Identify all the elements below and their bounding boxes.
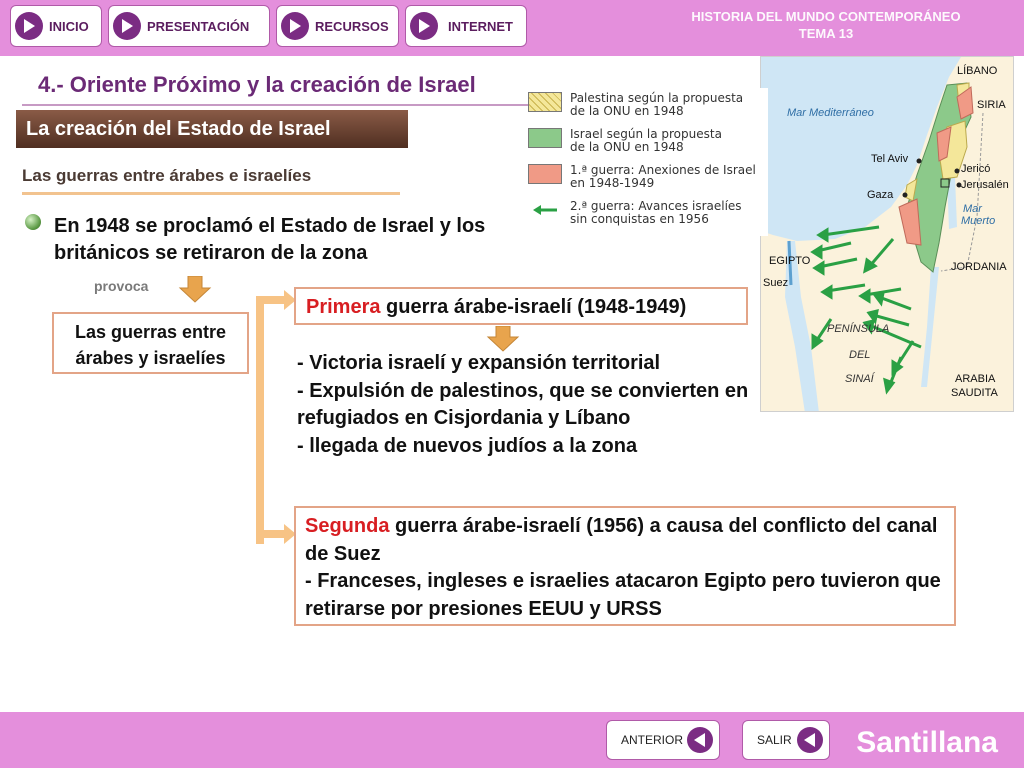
brand-logo: Santillana <box>856 726 998 759</box>
first-war-consequences: - Victoria israelí y expansión territori… <box>297 350 767 460</box>
bottom-nav-bar: ANTERIOR SALIR Santillana <box>0 712 1024 768</box>
course-title-line2: TEMA 13 <box>798 26 854 41</box>
legend-text: Palestina según la propuesta de la ONU e… <box>570 91 744 118</box>
play-icon <box>281 12 309 40</box>
play-icon <box>113 12 141 40</box>
second-war-point: - Franceses, ingleses e israelies atacar… <box>305 570 941 620</box>
middle-east-map: LÍBANO SIRIA Mar Mediterráneo Tel Aviv J… <box>760 56 1014 412</box>
legend-item: 2.ª guerra: Avances israelíes sin conqui… <box>528 200 742 226</box>
map-label-jerusalen: Jerusalén <box>961 179 1009 191</box>
bracket-connector <box>256 296 264 544</box>
wars-summary-line1: Las guerras entre <box>74 322 227 342</box>
provoca-label: provoca <box>94 278 149 294</box>
subheading-underline <box>22 192 400 195</box>
nav-inicio-button[interactable]: INICIO <box>10 5 102 47</box>
city-marker <box>916 158 922 164</box>
wars-summary-box: Las guerras entre árabes y israelíes <box>52 312 249 374</box>
nav-internet-button[interactable]: INTERNET <box>405 5 527 47</box>
legend-swatch-green <box>528 128 562 148</box>
nav-recursos-button[interactable]: RECURSOS <box>276 5 399 47</box>
map-label-libano: LÍBANO <box>957 65 998 77</box>
consequence-item: - Victoria israelí y expansión territori… <box>297 352 661 374</box>
legend-item: 1.ª guerra: Anexiones de Israel en 1948-… <box>528 164 756 190</box>
map-label-mar-mediterraneo: Mar Mediterráneo <box>787 107 874 119</box>
first-war-label: Primera <box>306 296 381 318</box>
consequence-item: - llegada de nuevos judíos a la zona <box>297 434 638 457</box>
second-war-box: Segunda guerra árabe-israelí (1956) a ca… <box>294 506 956 626</box>
second-war-label: Segunda <box>305 515 390 537</box>
consequence-item: - Expulsión de palestinos, que se convie… <box>297 379 749 430</box>
course-title: HISTORIA DEL MUNDO CONTEMPORÁNEO TEMA 13 <box>646 8 1006 42</box>
bullet-icon <box>25 214 41 230</box>
city-marker <box>902 192 908 198</box>
down-arrow-icon <box>178 276 212 303</box>
map-label-suez: Suez <box>763 277 789 289</box>
map-label-mar-muerto-2: Muerto <box>961 215 996 227</box>
bullet-text: En 1948 se proclamó el Estado de Israel … <box>54 215 486 264</box>
map-label-saudita: SAUDITA <box>951 387 998 399</box>
nav-presentacion-button[interactable]: PRESENTACIÓN <box>108 5 270 47</box>
top-nav-bar: INICIO PRESENTACIÓN RECURSOS INTERNET HI… <box>0 0 1024 56</box>
subheading: Las guerras entre árabes e israelíes <box>22 166 312 185</box>
map-label-arabia: ARABIA <box>955 373 996 385</box>
back-icon <box>797 727 823 753</box>
map-label-jerico: Jericó <box>961 163 991 175</box>
wars-summary-line2: árabes y israelíes <box>75 348 226 368</box>
salir-button[interactable]: SALIR <box>742 720 830 760</box>
nav-internet-label: INTERNET <box>448 18 513 34</box>
map-label-tel-aviv: Tel Aviv <box>871 153 909 165</box>
map-label-gaza: Gaza <box>867 189 894 201</box>
map-label-sinai: SINAÍ <box>845 373 874 385</box>
nav-presentacion-label: PRESENTACIÓN <box>147 18 250 34</box>
map-label-jordania: JORDANIA <box>951 261 1007 273</box>
heading-divider <box>22 104 534 106</box>
back-icon <box>687 727 713 753</box>
first-war-box: Primera guerra árabe-israelí (1948-1949) <box>294 287 748 325</box>
legend-text: 1.ª guerra: Anexiones de Israel en 1948-… <box>570 163 756 190</box>
topic-banner: La creación del Estado de Israel <box>16 110 408 148</box>
course-title-line1: HISTORIA DEL MUNDO CONTEMPORÁNEO <box>691 9 961 24</box>
play-icon <box>15 12 43 40</box>
anterior-label: ANTERIOR <box>621 733 684 747</box>
second-war-heading: Segunda guerra árabe-israelí (1956) a ca… <box>305 513 954 568</box>
nav-inicio-label: INICIO <box>49 18 89 34</box>
first-war-title: guerra árabe-israelí (1948-1949) <box>380 296 687 318</box>
legend-text: 2.ª guerra: Avances israelíes sin conqui… <box>570 199 742 226</box>
anterior-button[interactable]: ANTERIOR <box>606 720 720 760</box>
play-icon <box>410 12 438 40</box>
map-label-mar-muerto: Mar <box>963 203 982 215</box>
legend-item: Israel según la propuesta de la ONU en 1… <box>528 128 722 154</box>
legend-swatch-red <box>528 164 562 184</box>
legend-arrow-icon <box>528 200 562 220</box>
map-label-del: DEL <box>849 349 871 361</box>
legend-swatch-hatched <box>528 92 562 112</box>
legend-text: Israel según la propuesta de la ONU en 1… <box>570 127 722 154</box>
section-title: 4.- Oriente Próximo y la creación de Isr… <box>38 72 476 97</box>
map-label-siria: SIRIA <box>977 99 1006 111</box>
city-marker <box>954 168 960 174</box>
legend-item: Palestina según la propuesta de la ONU e… <box>528 92 743 118</box>
second-war-title: guerra árabe-israelí (1956) a causa del … <box>305 515 938 565</box>
down-arrow-icon <box>486 326 520 352</box>
salir-label: SALIR <box>757 733 792 747</box>
map-legend: Palestina según la propuesta de la ONU e… <box>528 88 768 236</box>
map-label-egipto: EGIPTO <box>769 255 811 267</box>
map-label-peninsula: PENÍNSULA <box>827 323 890 335</box>
nav-recursos-label: RECURSOS <box>315 18 389 34</box>
